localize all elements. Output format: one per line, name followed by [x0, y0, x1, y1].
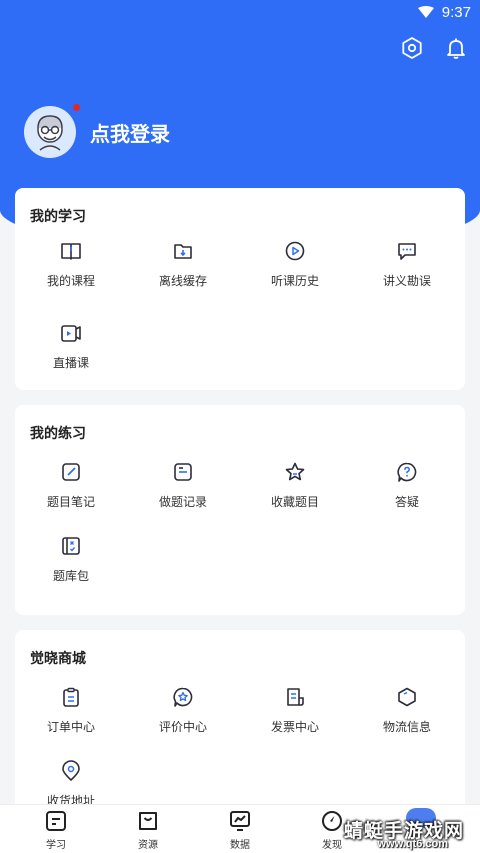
section-title: 我的练习 [30, 426, 86, 442]
avatar-icon [37, 115, 63, 151]
resource-bag-icon [139, 812, 157, 830]
shipping-address-button[interactable]: 收货地址 [15, 760, 127, 809]
clipboard-icon [63, 687, 79, 707]
tab-study[interactable]: 学习 [26, 809, 86, 851]
wifi-icon [418, 6, 434, 18]
favorite-questions-button[interactable]: 收藏题目 [239, 461, 351, 510]
item-label: 订单中心 [46, 720, 95, 734]
profile-login-row[interactable]: 点我登录 [24, 104, 170, 158]
record-icon [174, 463, 192, 481]
book-icon [61, 243, 81, 260]
logistics-info-button[interactable]: 物流信息 [351, 686, 463, 735]
section-title: 觉晓商城 [30, 651, 86, 667]
mall-card: 觉晓商城 订单中心 评价中心 发票中心 物流信息 收货地址 [15, 630, 465, 830]
watermark-url: www.qt6.com [377, 838, 449, 850]
lecture-errata-button[interactable]: 讲义勘误 [351, 240, 463, 289]
item-label: 离线缓存 [158, 274, 207, 288]
my-practice-card: 我的练习 题目笔记 做题记录 收藏题目 答疑 题库包 [15, 405, 465, 615]
qa-button[interactable]: 答疑 [351, 461, 463, 510]
item-label: 听课历史 [270, 274, 319, 288]
item-label: 讲义勘误 [382, 274, 431, 288]
tab-label: 学习 [46, 840, 66, 851]
my-courses-button[interactable]: 我的课程 [15, 240, 127, 289]
item-label: 题库包 [52, 569, 89, 583]
status-time: 9:37 [441, 4, 471, 21]
edit-icon [62, 463, 80, 481]
settings-icon[interactable] [400, 36, 424, 60]
order-center-button[interactable]: 订单中心 [15, 686, 127, 735]
chart-monitor-icon [230, 811, 250, 831]
invoice-icon [287, 688, 304, 706]
invoice-center-button[interactable]: 发票中心 [239, 686, 351, 735]
question-bank-button[interactable]: 题库包 [15, 535, 127, 584]
item-label: 收藏题目 [270, 495, 319, 509]
chat-bubble-icon [398, 243, 416, 260]
download-folder-icon [174, 244, 192, 259]
tab-resources[interactable]: 资源 [118, 809, 178, 851]
compass-icon [322, 811, 342, 831]
login-link[interactable]: 点我登录 [90, 118, 170, 147]
item-label: 答疑 [394, 495, 419, 509]
live-course-button[interactable]: 直播课 [15, 322, 127, 371]
avatar[interactable] [24, 104, 80, 158]
listening-history-button[interactable]: 听课历史 [239, 240, 351, 289]
section-title: 我的学习 [30, 209, 86, 225]
quiz-pack-icon [62, 537, 80, 555]
status-bar: 9:37 [0, 0, 480, 26]
item-label: 评价中心 [158, 720, 207, 734]
package-icon [398, 687, 416, 707]
question-icon [397, 462, 417, 482]
item-label: 我的课程 [46, 274, 95, 288]
bell-icon[interactable] [444, 36, 468, 60]
offline-cache-button[interactable]: 离线缓存 [127, 240, 239, 289]
notification-dot [73, 104, 80, 111]
item-label: 直播课 [52, 356, 89, 370]
tab-data[interactable]: 数据 [210, 809, 270, 851]
tab-label: 数据 [230, 840, 250, 851]
practice-record-button[interactable]: 做题记录 [127, 461, 239, 510]
location-icon [62, 760, 80, 781]
item-label: 做题记录 [158, 495, 207, 509]
tab-label: 资源 [138, 840, 158, 851]
item-label: 物流信息 [382, 720, 431, 734]
play-circle-icon [285, 241, 305, 261]
review-center-button[interactable]: 评价中心 [127, 686, 239, 735]
live-icon [61, 325, 81, 342]
item-label: 发票中心 [270, 720, 319, 734]
star-icon [285, 462, 305, 481]
review-star-icon [173, 687, 193, 707]
study-icon [46, 811, 66, 831]
item-label: 题目笔记 [46, 495, 95, 509]
my-learning-card: 我的学习 我的课程 离线缓存 听课历史 讲义勘误 直播课 [15, 188, 465, 390]
question-notes-button[interactable]: 题目笔记 [15, 461, 127, 510]
